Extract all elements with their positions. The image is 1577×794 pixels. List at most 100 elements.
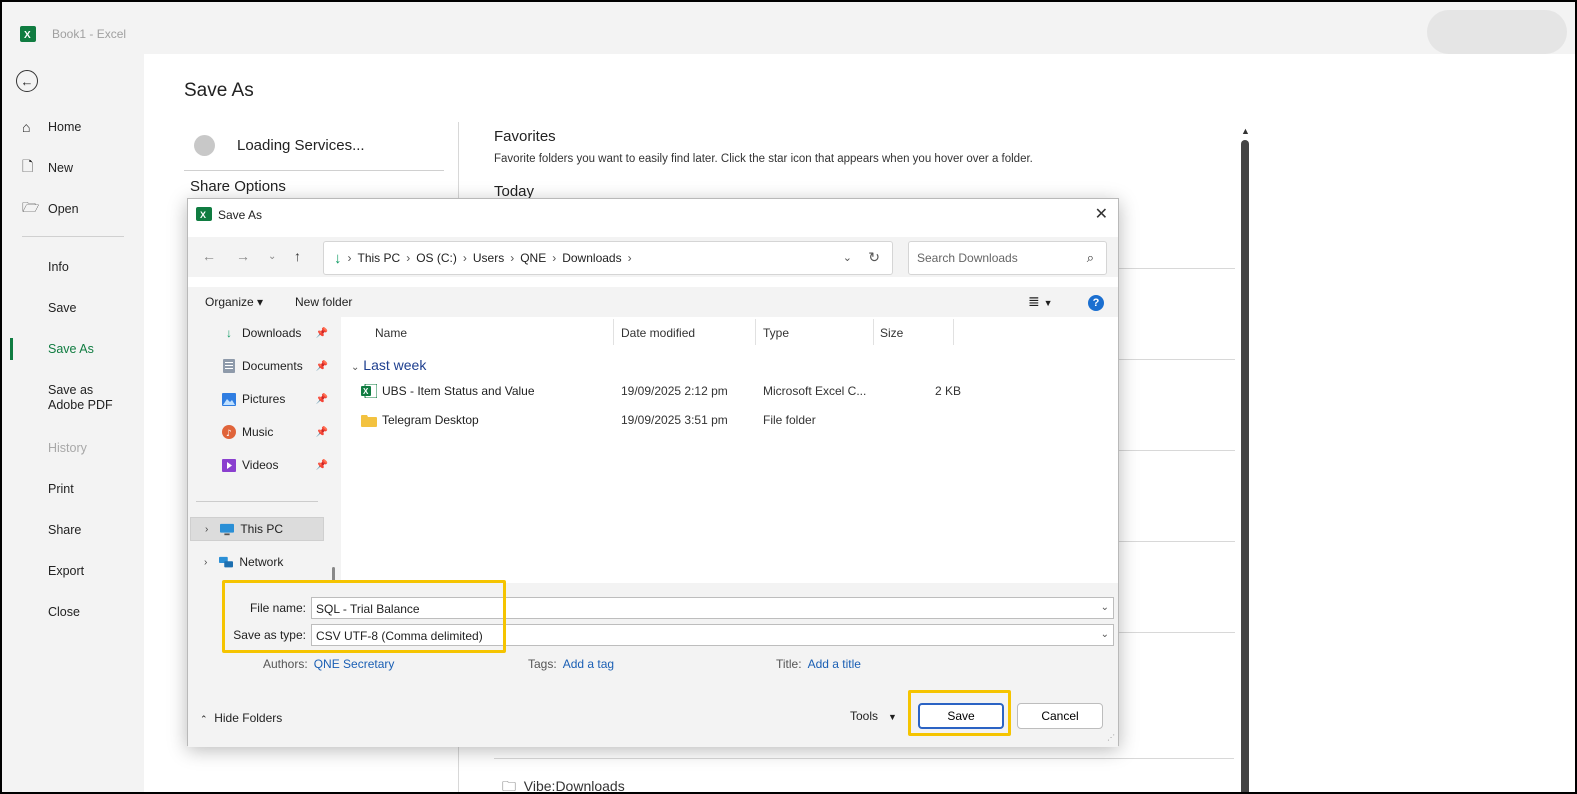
chevron-down-icon: ⌄ bbox=[351, 362, 360, 373]
column-divider bbox=[755, 319, 756, 345]
nav-export[interactable]: Export bbox=[2, 556, 144, 586]
column-header-size[interactable]: Size bbox=[880, 326, 903, 340]
divider bbox=[494, 758, 1234, 759]
column-divider bbox=[953, 319, 954, 345]
back-arrow-icon[interactable]: ← bbox=[16, 70, 38, 92]
main-scrollbar[interactable]: ▲ bbox=[1240, 126, 1250, 792]
column-header-type[interactable]: Type bbox=[763, 326, 789, 340]
favorites-description: Favorite folders you want to easily find… bbox=[494, 153, 1033, 165]
title-bar: X Book1 - Excel bbox=[2, 2, 1575, 54]
chevron-down-icon[interactable]: ⌄ bbox=[1101, 629, 1109, 640]
view-options-icon[interactable]: ≣ ▼ bbox=[1028, 293, 1053, 310]
breadcrumb-item[interactable]: This PC bbox=[358, 251, 401, 265]
tags-input[interactable]: Add a tag bbox=[563, 657, 614, 671]
excel-window: X Book1 - Excel ← ⌂ Home 🗋 New 🗁 Open In… bbox=[0, 0, 1577, 794]
nav-save-as-adobe-pdf[interactable]: Save as Adobe PDF bbox=[2, 376, 144, 412]
command-bar: Organize ▾ New folder ≣ ▼ ? bbox=[188, 287, 1118, 317]
divider bbox=[1119, 359, 1235, 360]
folder-open-icon: 🗁 bbox=[22, 199, 40, 215]
download-icon: ↓ bbox=[226, 326, 232, 340]
breadcrumb-item[interactable]: OS (C:) bbox=[416, 251, 457, 265]
tags-meta: Tags: Add a tag bbox=[528, 657, 615, 671]
pin-icon[interactable]: 📌 bbox=[316, 328, 328, 339]
address-bar[interactable]: ↓ › This PC › OS (C:) › Users › QNE › Do… bbox=[323, 241, 893, 275]
organize-button[interactable]: Organize ▾ bbox=[205, 295, 263, 309]
column-header-name[interactable]: Name bbox=[375, 326, 407, 340]
file-row[interactable]: Telegram Desktop 19/09/2025 3:51 pm File… bbox=[361, 408, 1101, 432]
refresh-icon[interactable]: ↻ bbox=[868, 249, 880, 266]
breadcrumb-item[interactable]: Downloads bbox=[562, 251, 621, 265]
search-input[interactable] bbox=[917, 251, 1067, 265]
resize-grip-icon[interactable]: ⋰ bbox=[1107, 733, 1115, 742]
dropdown-arrow-icon: ▼ bbox=[888, 712, 897, 722]
chevron-right-icon[interactable]: › bbox=[204, 557, 207, 568]
up-arrow-icon[interactable]: ↑ bbox=[294, 248, 301, 264]
nav-pane-item-music[interactable]: ♪ Music 📌 bbox=[222, 420, 332, 444]
divider bbox=[1119, 268, 1235, 269]
recent-locations-icon[interactable]: ⌄ bbox=[268, 251, 276, 262]
chevron-up-icon: ⌃ bbox=[200, 714, 208, 724]
nav-share[interactable]: Share bbox=[2, 515, 144, 545]
nav-open[interactable]: 🗁 Open bbox=[2, 194, 144, 224]
title-input[interactable]: Add a title bbox=[808, 657, 861, 671]
scroll-up-icon[interactable]: ▲ bbox=[1241, 126, 1250, 136]
nav-pane-item-documents[interactable]: Documents 📌 bbox=[222, 354, 332, 378]
scrollbar-thumb[interactable] bbox=[1241, 140, 1249, 792]
nav-divider bbox=[22, 236, 124, 237]
nav-pane-item-videos[interactable]: Videos 📌 bbox=[222, 453, 332, 477]
breadcrumb-item[interactable]: Users bbox=[473, 251, 504, 265]
help-icon[interactable]: ? bbox=[1088, 295, 1104, 311]
chevron-down-icon[interactable]: ⌄ bbox=[843, 251, 852, 264]
divider bbox=[1119, 632, 1235, 633]
save-type-select[interactable]: CSV UTF-8 (Comma delimited) ⌄ bbox=[311, 624, 1114, 646]
authors-value[interactable]: QNE Secretary bbox=[314, 657, 395, 671]
title-meta: Title: Add a title bbox=[776, 657, 861, 671]
address-row: ← → ⌄ ↑ ↓ › This PC › OS (C:) › Users › … bbox=[188, 237, 1118, 277]
svg-text:♪: ♪ bbox=[226, 429, 232, 439]
chevron-right-icon[interactable]: › bbox=[205, 524, 208, 535]
nav-print[interactable]: Print bbox=[2, 474, 144, 504]
save-button[interactable]: Save bbox=[918, 703, 1004, 729]
navigation-pane: ↓ Downloads 📌 Documents 📌 Pictures 📌 ♪ M… bbox=[188, 317, 341, 661]
divider bbox=[184, 170, 444, 171]
favorites-heading: Favorites bbox=[494, 128, 556, 145]
search-icon[interactable]: ⌕ bbox=[1087, 250, 1094, 266]
search-box[interactable]: ⌕ bbox=[908, 241, 1107, 275]
window-title: Book1 - Excel bbox=[52, 27, 127, 41]
file-row[interactable]: X UBS - Item Status and Value 19/09/2025… bbox=[361, 379, 1101, 403]
nav-close[interactable]: Close bbox=[2, 597, 144, 627]
breadcrumb-item[interactable]: QNE bbox=[520, 251, 546, 265]
forward-icon[interactable]: → bbox=[236, 248, 250, 264]
excel-logo-icon: X bbox=[20, 26, 36, 42]
nav-new[interactable]: 🗋 New bbox=[2, 153, 144, 183]
dialog-title: Save As bbox=[218, 208, 263, 222]
nav-info[interactable]: Info bbox=[2, 252, 144, 282]
nav-history: History bbox=[48, 441, 87, 455]
excel-logo-icon: X bbox=[196, 207, 212, 221]
hide-folders-button[interactable]: ⌃ Hide Folders bbox=[200, 711, 282, 725]
nav-pane-item-pictures[interactable]: Pictures 📌 bbox=[222, 387, 332, 411]
nav-save[interactable]: Save bbox=[2, 293, 144, 323]
pin-icon[interactable]: 📌 bbox=[316, 427, 328, 438]
file-name-field[interactable]: SQL - Trial Balance ⌄ bbox=[311, 597, 1114, 619]
pin-icon[interactable]: 📌 bbox=[316, 460, 328, 471]
file-name-label: File name: bbox=[249, 601, 306, 615]
nav-pane-item-this-pc[interactable]: › This PC bbox=[190, 517, 324, 541]
documents-icon bbox=[222, 359, 236, 373]
back-icon[interactable]: ← bbox=[202, 248, 216, 264]
nav-pane-item-downloads[interactable]: ↓ Downloads 📌 bbox=[222, 321, 332, 345]
close-icon[interactable]: ✕ bbox=[1095, 204, 1108, 224]
nav-save-as[interactable]: Save As bbox=[2, 334, 144, 364]
cancel-button[interactable]: Cancel bbox=[1017, 703, 1103, 729]
pin-icon[interactable]: 📌 bbox=[316, 361, 328, 372]
tools-dropdown[interactable]: Tools ▼ bbox=[850, 709, 897, 723]
nav-pane-item-network[interactable]: › Network bbox=[204, 550, 314, 574]
authors-meta: Authors: QNE Secretary bbox=[263, 657, 395, 671]
pin-icon[interactable]: 📌 bbox=[316, 394, 328, 405]
new-folder-button[interactable]: New folder bbox=[295, 295, 352, 309]
recent-folder-item[interactable]: 🗀 Vibe:Downloads bbox=[502, 776, 625, 792]
column-header-date-modified[interactable]: Date modified bbox=[621, 326, 695, 340]
chevron-down-icon[interactable]: ⌄ bbox=[1101, 602, 1109, 613]
nav-home[interactable]: ⌂ Home bbox=[2, 112, 144, 142]
group-header[interactable]: ⌄ Last week bbox=[351, 357, 426, 373]
